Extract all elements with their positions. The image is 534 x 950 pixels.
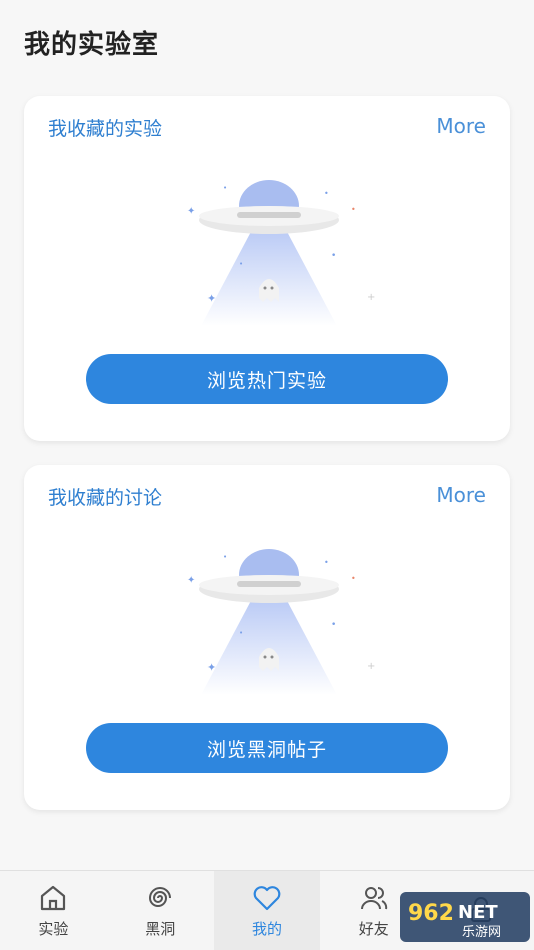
svg-text:✦: ✦: [207, 292, 216, 305]
svg-text:•: •: [223, 553, 227, 561]
tab-experiments[interactable]: 实验: [0, 871, 107, 950]
svg-text:•: •: [351, 205, 356, 214]
spiral-icon: [149, 887, 172, 907]
watermark-suffix: NET: [458, 902, 498, 923]
svg-text:•: •: [239, 629, 243, 637]
heart-icon: [253, 886, 281, 911]
watermark-logo: 962 NET 乐游网: [400, 892, 530, 942]
tab-mine[interactable]: 我的: [213, 871, 321, 950]
more-link[interactable]: More: [436, 483, 486, 507]
watermark-brand: 962: [408, 901, 454, 926]
favorite-experiments-card: 我收藏的实验 More ✦ ✦ • • • + + •: [24, 96, 510, 441]
svg-text:•: •: [331, 251, 336, 261]
svg-text:•: •: [239, 260, 243, 268]
svg-text:•: •: [324, 189, 329, 198]
card-title: 我收藏的实验: [48, 118, 163, 140]
svg-text:•: •: [324, 558, 329, 567]
svg-text:•: •: [223, 184, 227, 192]
browse-hot-experiments-button[interactable]: 浏览热门实验: [86, 354, 448, 404]
home-icon: [41, 885, 66, 911]
svg-text:✦: ✦: [187, 575, 195, 586]
svg-text:•: •: [351, 574, 356, 583]
card-title: 我收藏的讨论: [48, 487, 163, 509]
ufo-empty-illustration: ✦ ✦ • • • + + • •: [187, 180, 375, 326]
svg-text:+: +: [367, 292, 375, 303]
svg-text:✦: ✦: [187, 206, 195, 217]
watermark-sub: 乐游网: [462, 925, 501, 940]
page-title: 我的实验室: [24, 30, 160, 60]
svg-text:✦: ✦: [207, 661, 216, 674]
svg-text:+: +: [367, 661, 375, 672]
tab-label: 黑洞: [145, 920, 176, 938]
tab-label: 我的: [251, 920, 282, 938]
browse-blackhole-posts-button[interactable]: 浏览黑洞帖子: [86, 723, 448, 773]
tab-label: 实验: [38, 920, 69, 938]
favorite-discussions-card: 我收藏的讨论 More ✦ ✦ • • • + • • 浏览黑洞帖子: [24, 465, 510, 810]
svg-text:•: •: [331, 620, 336, 630]
tab-blackhole[interactable]: 黑洞: [107, 871, 214, 950]
friends-icon: [360, 887, 387, 910]
page: 我的实验室 我收藏的实验 More ✦ ✦ • • • + +: [0, 0, 534, 950]
ufo-empty-illustration: ✦ ✦ • • • + • •: [187, 549, 375, 695]
more-link[interactable]: More: [436, 114, 486, 138]
tab-label: 好友: [358, 920, 389, 938]
